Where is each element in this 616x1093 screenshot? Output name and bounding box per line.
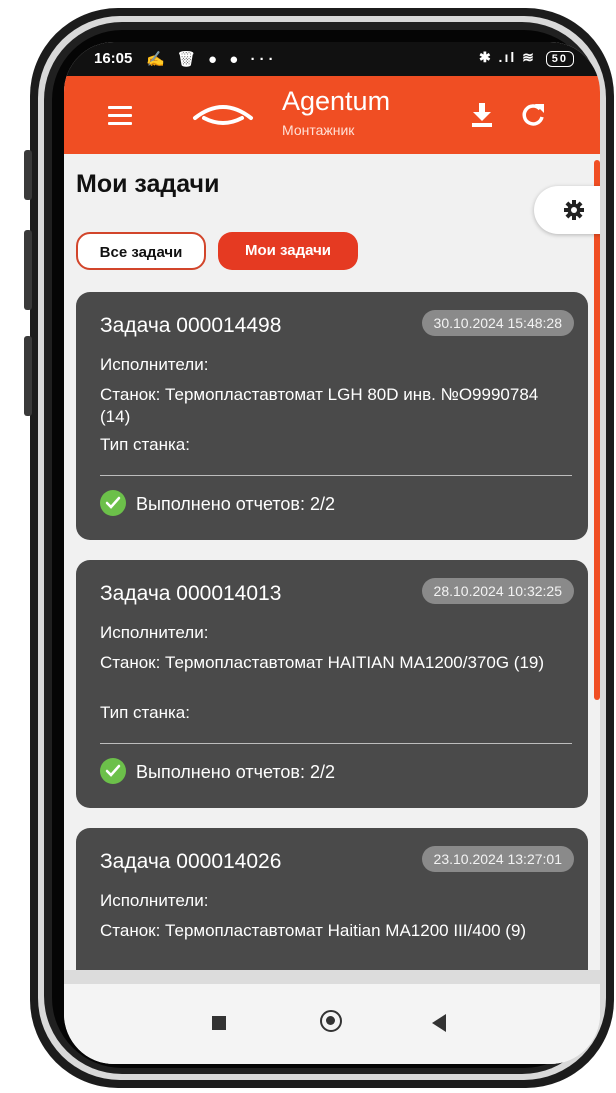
status-bar: 16:05 ✍ 🗑 ● ● ··· ✱ .ıl ≋ 50: [64, 42, 600, 76]
task-machine: Станок: Термопластавтомат LGH 80D инв. №…: [100, 385, 539, 426]
task-machine: Станок: Термопластавтомат Haitian MA1200…: [100, 921, 527, 940]
back-triangle-icon[interactable]: [432, 1014, 446, 1032]
task-title: Задача 000014026: [100, 850, 282, 873]
signal-wifi-icons: ✱ .ıl ≋: [478, 49, 536, 65]
task-reports-label: Выполнено отчетов: 2/2: [136, 493, 336, 514]
gear-icon: [564, 200, 584, 220]
task-report-status: Выполнено отчетов: 2/2: [100, 758, 336, 786]
volume-button: [24, 150, 32, 200]
task-machine-type: Тип станка:: [100, 703, 190, 722]
settings-button[interactable]: [534, 186, 600, 234]
system-icons: ✱ .ıl ≋ 50: [479, 49, 574, 67]
task-machine-type: Тип станка:: [100, 435, 190, 454]
task-report-status: Выполнено отчетов: 2/2: [100, 490, 336, 518]
divider: [100, 743, 572, 744]
task-title: Задача 000014498: [100, 314, 282, 337]
app-title: Agentum: [282, 86, 391, 116]
battery-icon: 50: [545, 51, 574, 67]
task-executors: Исполнители:: [100, 623, 209, 642]
task-date-badge: 23.10.2024 13:27:01: [421, 846, 574, 872]
app-subtitle: Монтажник: [282, 122, 355, 138]
recents-square-icon[interactable]: [212, 1016, 226, 1030]
notification-icons: ✍ 🗑 ● ● ···: [146, 51, 278, 68]
task-card[interactable]: Задача 000014013 28.10.2024 10:32:25 Исп…: [76, 560, 588, 808]
task-reports-label: Выполнено отчетов: 2/2: [136, 761, 336, 782]
task-executors: Исполнители:: [100, 355, 209, 374]
volume-button: [24, 230, 32, 310]
menu-icon[interactable]: [108, 106, 132, 130]
task-card[interactable]: Задача 000014026 23.10.2024 13:27:01 Исп…: [76, 828, 588, 984]
power-button: [24, 336, 32, 416]
download-icon[interactable]: [470, 102, 494, 128]
app-bar: Agentum Монтажник: [64, 76, 600, 154]
check-circle-icon: [100, 758, 126, 784]
tab-my-tasks[interactable]: Мои задачи: [218, 232, 358, 270]
page-title: Мои задачи: [76, 170, 220, 198]
scrollbar[interactable]: [594, 160, 600, 700]
task-list-area[interactable]: Мои задачи Все задачи Мои задачи Задача …: [64, 154, 600, 984]
task-date-badge: 30.10.2024 15:48:28: [421, 310, 574, 336]
check-circle-icon: [100, 490, 126, 516]
system-nav-bar: [64, 984, 600, 1064]
task-card[interactable]: Задача 000014498 30.10.2024 15:48:28 Исп…: [76, 292, 588, 540]
task-date-badge: 28.10.2024 10:32:25: [421, 578, 574, 604]
logo-icon: [193, 105, 253, 125]
task-machine: Станок: Термопластавтомат HAITIAN MA1200…: [100, 653, 545, 672]
status-time: 16:05: [94, 50, 133, 67]
home-circle-icon[interactable]: [320, 1010, 342, 1032]
refresh-icon[interactable]: [520, 102, 546, 128]
task-executors: Исполнители:: [100, 891, 209, 910]
phone-screen: 16:05 ✍ 🗑 ● ● ··· ✱ .ıl ≋ 50 Agentum Мон…: [64, 42, 600, 1064]
task-title: Задача 000014013: [100, 582, 282, 605]
divider: [100, 475, 572, 476]
tab-all-tasks[interactable]: Все задачи: [76, 232, 206, 270]
scroll-fade: [64, 970, 600, 984]
